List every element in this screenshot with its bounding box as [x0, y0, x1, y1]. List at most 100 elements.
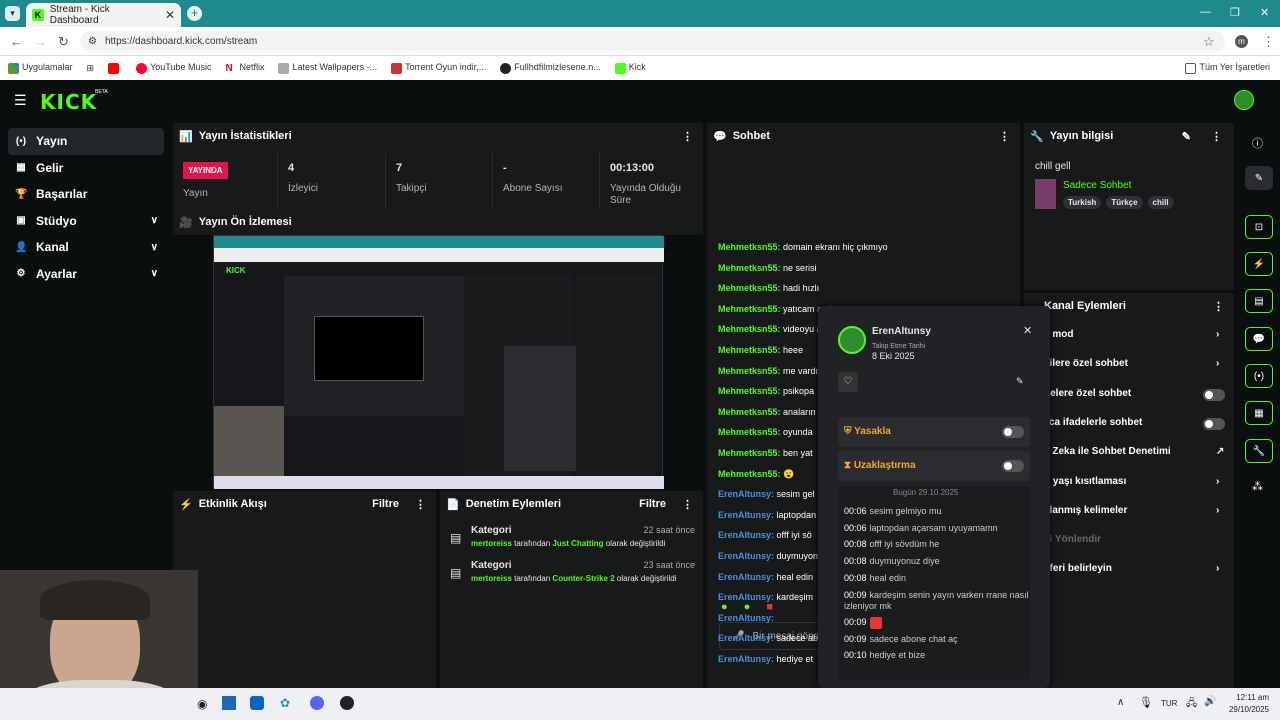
- edit-icon[interactable]: ✎: [1182, 130, 1191, 143]
- chat-username[interactable]: ErenAltunsy:: [718, 572, 774, 582]
- bookmark-film[interactable]: Fullhdfilmizlesene.n...: [500, 62, 601, 74]
- chevron-right-icon[interactable]: ›: [1216, 505, 1219, 516]
- wrench-rail-icon[interactable]: 🔧: [1245, 439, 1273, 463]
- microphone-icon[interactable]: 🎙: [1139, 696, 1153, 709]
- url-input[interactable]: ⚙ https://dashboard.kick.com/stream: [80, 31, 1225, 52]
- avatar[interactable]: [1234, 90, 1254, 110]
- more-options-icon[interactable]: ⋮: [415, 498, 426, 511]
- store-icon[interactable]: [222, 696, 236, 710]
- chat-rail-icon[interactable]: 💬: [1245, 327, 1273, 351]
- more-options-icon[interactable]: ⋮: [682, 130, 693, 143]
- chevron-right-icon[interactable]: ›: [1216, 358, 1219, 369]
- chat-username[interactable]: Mehmetksn55:: [718, 427, 781, 437]
- chat-username[interactable]: Mehmetksn55:: [718, 366, 781, 376]
- grid-icon[interactable]: ⊞: [87, 63, 95, 74]
- sidebar-item-yayin[interactable]: (•) Yayın: [8, 128, 164, 155]
- chevron-right-icon[interactable]: ›: [1216, 329, 1219, 340]
- avatar[interactable]: [838, 326, 866, 354]
- reload-icon[interactable]: ↻: [58, 34, 69, 50]
- tab-search-button[interactable]: ▾: [5, 6, 20, 21]
- restore-icon[interactable]: ❐: [1230, 6, 1240, 19]
- tag[interactable]: chill: [1147, 196, 1174, 209]
- chat-username[interactable]: Mehmetksn55:: [718, 324, 781, 334]
- toggle-switch[interactable]: [1203, 417, 1225, 430]
- info-icon[interactable]: ⓘ: [1252, 135, 1263, 151]
- chat-username[interactable]: ErenAltunsy:: [718, 489, 774, 499]
- toggle-switch[interactable]: [1203, 388, 1225, 401]
- sidebar-item-gelir[interactable]: ▦ Gelir: [8, 155, 164, 182]
- channel-action-item[interactable]: y Zeka ile Sohbet Denetimi ↗: [1044, 446, 1224, 464]
- chevron-up-icon[interactable]: ∧: [1117, 697, 1124, 708]
- tag[interactable]: Turkish: [1063, 196, 1102, 209]
- channel-action-item[interactable]: eferi belirleyin ›: [1044, 563, 1224, 581]
- chat-username[interactable]: ErenAltunsy:: [718, 592, 774, 602]
- more-options-icon[interactable]: ⋮: [999, 130, 1010, 143]
- close-icon[interactable]: ✕: [1023, 324, 1032, 337]
- channel-action-item[interactable]: zca ifadelerle sohbet: [1044, 417, 1225, 435]
- chat-username[interactable]: Mehmetksn55:: [718, 242, 781, 252]
- chat-username[interactable]: Mehmetksn55:: [718, 469, 781, 479]
- profile-icon[interactable]: m: [1235, 35, 1248, 48]
- target-icon[interactable]: ⊡: [1245, 215, 1273, 239]
- emote-icon[interactable]: ●: [721, 601, 728, 613]
- hamburger-menu-icon[interactable]: ☰: [14, 92, 27, 109]
- chat-username[interactable]: Mehmetksn55:: [718, 407, 781, 417]
- channel-action-item[interactable]: p yaşı kısıtlaması ›: [1044, 476, 1224, 494]
- discord-icon[interactable]: [310, 696, 324, 710]
- more-options-icon[interactable]: ⋮: [1211, 130, 1222, 143]
- category-name[interactable]: Sadece Sohbet: [1063, 180, 1131, 191]
- clock-date[interactable]: 29/10/2025: [1221, 705, 1269, 714]
- chat-username[interactable]: Mehmetksn55:: [718, 283, 781, 293]
- bookmark-kick[interactable]: Kick: [614, 62, 646, 74]
- channel-action-item[interactable]: çilere özel sohbet ›: [1044, 358, 1224, 376]
- chat-username[interactable]: Mehmetksn55:: [718, 386, 781, 396]
- bookmark-netflix[interactable]: N Netflix: [225, 62, 264, 74]
- ban-toggle[interactable]: [1002, 426, 1024, 438]
- browser-tab[interactable]: K Stream - Kick Dashboard ✕: [26, 3, 181, 27]
- filter-button[interactable]: Filtre: [372, 498, 399, 510]
- broadcast-rail-icon[interactable]: (•): [1245, 364, 1273, 388]
- preview-video[interactable]: KICK: [213, 235, 664, 489]
- language-indicator[interactable]: TUR: [1161, 699, 1177, 708]
- new-tab-button[interactable]: +: [187, 6, 202, 21]
- apps-icon[interactable]: ⁂: [1252, 480, 1263, 493]
- network-icon[interactable]: 🖧: [1186, 696, 1197, 713]
- emote-icon[interactable]: ■: [766, 601, 773, 613]
- sidebar-item-basarilar[interactable]: 🏆 Başarılar: [8, 181, 164, 208]
- chat-username[interactable]: ErenAltunsy:: [718, 654, 774, 664]
- chrome-icon[interactable]: ◉: [197, 697, 207, 711]
- kick-logo[interactable]: KICK: [40, 90, 97, 114]
- sidebar-item-ayarlar[interactable]: ⚙ Ayarlar ∨: [8, 261, 164, 288]
- pin-icon[interactable]: ✎: [1016, 376, 1024, 387]
- bookmark-star-icon[interactable]: ☆: [1203, 34, 1215, 50]
- sidebar-item-studyo[interactable]: ▣ Stüdyo ∨: [8, 208, 164, 235]
- more-options-icon[interactable]: ⋮: [682, 498, 693, 511]
- bookmark-wallpapers[interactable]: Latest Wallpapers -...: [278, 62, 377, 74]
- chat-username[interactable]: ErenAltunsy:: [718, 551, 774, 561]
- minimize-icon[interactable]: —: [1200, 6, 1211, 18]
- channel-action-item[interactable]: ci Yönlendir: [1044, 534, 1224, 552]
- all-bookmarks[interactable]: Tüm Yer İşaretleri: [1185, 62, 1270, 74]
- settings-icon[interactable]: ✿: [280, 696, 290, 710]
- username[interactable]: ErenAltunsy: [872, 326, 931, 337]
- close-window-icon[interactable]: ✕: [1260, 6, 1269, 19]
- heart-icon[interactable]: ♡: [838, 372, 858, 392]
- clock-time[interactable]: 12:11 am: [1231, 693, 1269, 702]
- channel-action-item[interactable]: klanmış kelimeler ›: [1044, 505, 1224, 523]
- chat-username[interactable]: ErenAltunsy:: [718, 510, 774, 520]
- chat-username[interactable]: Mehmetksn55:: [718, 304, 781, 314]
- bolt-rail-icon[interactable]: ⚡: [1245, 252, 1273, 276]
- chat-username[interactable]: ErenAltunsy:: [718, 633, 774, 643]
- chat-username[interactable]: ErenAltunsy:: [718, 613, 774, 623]
- site-info-icon[interactable]: ⚙: [88, 36, 97, 47]
- chevron-right-icon[interactable]: ›: [1216, 563, 1219, 574]
- external-link-icon[interactable]: ↗: [1216, 446, 1224, 457]
- channel-action-item[interactable]: nelere özel sohbet: [1044, 388, 1225, 406]
- layout-rail-icon[interactable]: ▦: [1245, 401, 1273, 425]
- chat-username[interactable]: ErenAltunsy:: [718, 530, 774, 540]
- document-rail-icon[interactable]: ▤: [1245, 289, 1273, 313]
- category-thumbnail[interactable]: [1035, 179, 1056, 209]
- filter-button[interactable]: Filtre: [639, 498, 666, 510]
- back-icon[interactable]: ←: [10, 34, 23, 49]
- bookmark-youtube-music[interactable]: YouTube Music: [136, 62, 211, 74]
